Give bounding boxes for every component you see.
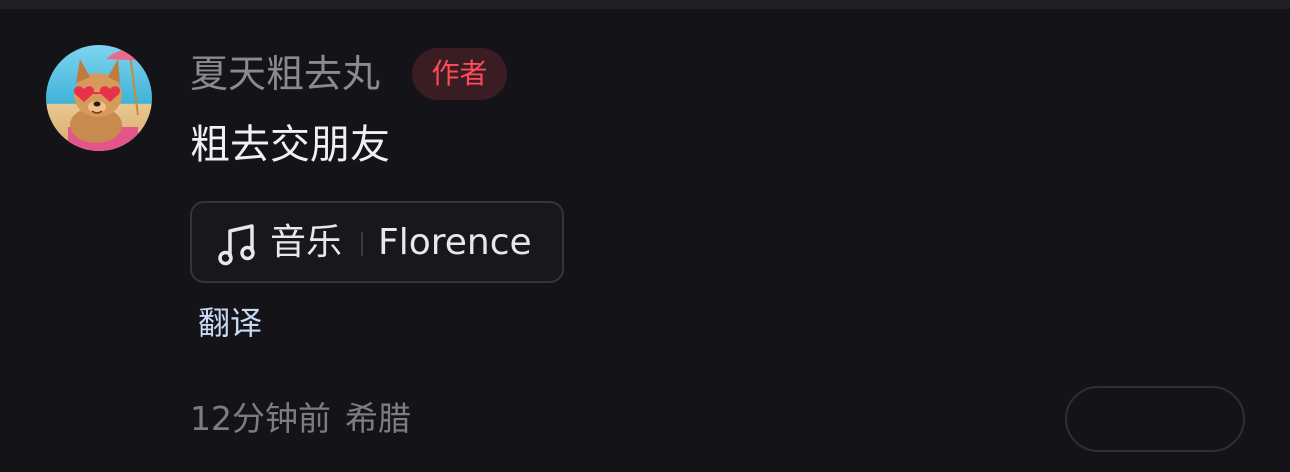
music-chip[interactable]: 音乐 Florence <box>190 201 564 283</box>
music-chip-separator <box>361 232 363 256</box>
username[interactable]: 夏天粗去丸 <box>190 50 380 98</box>
music-chip-label: 音乐 <box>270 222 343 263</box>
comment-text: 粗去交朋友 <box>190 122 390 168</box>
author-badge: 作者 <box>412 48 507 100</box>
comment-meta: 12分钟前 希腊 <box>190 397 411 441</box>
translate-link[interactable]: 翻译 <box>198 301 262 345</box>
music-chip-song-title: Florence <box>378 222 532 263</box>
avatar-image <box>46 45 152 151</box>
comment-location: 希腊 <box>345 399 411 438</box>
music-note-icon <box>218 224 255 266</box>
comment-action-button[interactable] <box>1065 386 1245 452</box>
top-divider-bar <box>0 0 1290 9</box>
comment-time: 12分钟前 <box>190 399 331 438</box>
avatar[interactable] <box>46 45 152 151</box>
